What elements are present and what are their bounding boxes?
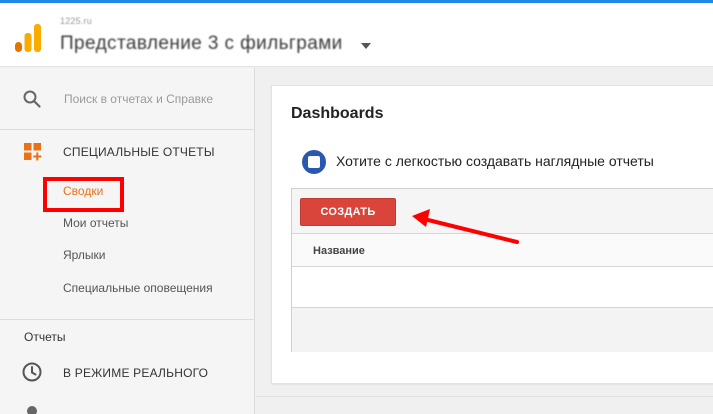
- search-icon: [23, 90, 41, 108]
- clock-icon: [22, 362, 42, 382]
- sidebar-item-custom-alerts[interactable]: Специальные оповещения: [63, 281, 213, 295]
- custom-reports-section: СПЕЦИАЛЬНЫЕ ОТЧЕТЫ Сводки Мои отчеты Ярл…: [0, 130, 255, 320]
- sidebar-item-realtime[interactable]: В РЕЖИМЕ РЕАЛЬНОГО: [63, 366, 208, 380]
- promo-text: Хотите с легкостью создавать наглядные о…: [336, 153, 654, 169]
- caret-down-icon[interactable]: [361, 43, 371, 49]
- annotation-arrow-icon: [412, 209, 519, 244]
- create-button[interactable]: СОЗДАТЬ: [300, 198, 396, 226]
- table-row: [292, 267, 713, 308]
- search-input[interactable]: [64, 89, 234, 109]
- view-selector[interactable]: Представление 3 с фильграми: [60, 33, 343, 55]
- dashboard-promo-icon: [302, 150, 326, 174]
- table-footer: [292, 308, 713, 352]
- app-header: 1225.ru Представление 3 с фильграми: [0, 3, 713, 67]
- sidebar-item-shortcuts[interactable]: Ярлыки: [63, 248, 106, 262]
- column-header-name[interactable]: Название: [313, 245, 365, 257]
- page-title: Dashboards: [291, 105, 384, 122]
- custom-reports-icon: [24, 143, 42, 161]
- sidebar-search: [0, 68, 255, 130]
- custom-reports-title[interactable]: СПЕЦИАЛЬНЫЕ ОТЧЕТЫ: [63, 145, 215, 159]
- bottom-strip: [256, 396, 713, 414]
- sidebar-item-my-reports[interactable]: Мои отчеты: [63, 216, 128, 230]
- annotation-highlight-box: [43, 177, 124, 212]
- reports-section-label: Отчеты: [24, 330, 66, 344]
- analytics-logo-icon[interactable]: [15, 24, 41, 52]
- sidebar: СПЕЦИАЛЬНЫЕ ОТЧЕТЫ Сводки Мои отчеты Ярл…: [0, 68, 255, 414]
- account-name: 1225.ru: [60, 16, 92, 26]
- partial-menu-icon: [27, 406, 37, 414]
